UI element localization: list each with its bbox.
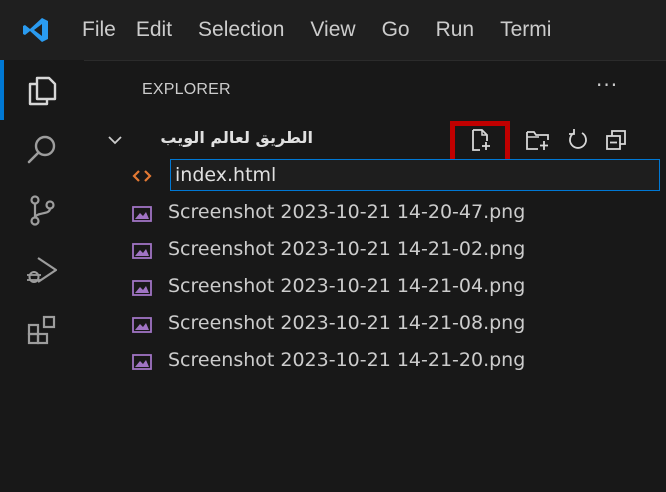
- new-file-button[interactable]: [466, 126, 494, 154]
- menu-bar: File Edit Selection View Go Run Termi: [82, 18, 577, 42]
- new-folder-icon: [526, 131, 549, 150]
- title-bar: File Edit Selection View Go Run Termi: [0, 0, 666, 60]
- file-name: Screenshot 2023-10-21 14-21-04.png: [168, 275, 526, 297]
- list-item[interactable]: Screenshot 2023-10-21 14-20-47.png: [84, 197, 666, 231]
- file-name: Screenshot 2023-10-21 14-21-08.png: [168, 312, 526, 334]
- folder-header[interactable]: الطريق لعالم الويب: [84, 121, 666, 173]
- menu-go[interactable]: Go: [382, 18, 410, 42]
- collapse-all-button[interactable]: [602, 126, 630, 154]
- explorer-icon: [28, 76, 57, 106]
- image-file-icon: [132, 206, 152, 222]
- new-file-name-input[interactable]: [170, 159, 660, 191]
- menu-terminal[interactable]: Termi: [500, 18, 551, 42]
- extensions-icon: [27, 315, 56, 345]
- explorer-title: EXPLORER: [142, 81, 231, 98]
- activity-source-control[interactable]: [0, 180, 84, 240]
- menu-run[interactable]: Run: [436, 18, 475, 42]
- activity-explorer[interactable]: [0, 60, 84, 120]
- list-item[interactable]: Screenshot 2023-10-21 14-21-04.png: [84, 271, 666, 305]
- menu-file[interactable]: File: [82, 18, 116, 42]
- menu-selection[interactable]: Selection: [198, 18, 284, 42]
- list-item[interactable]: Screenshot 2023-10-21 14-21-20.png: [84, 345, 666, 379]
- list-item[interactable]: Screenshot 2023-10-21 14-21-08.png: [84, 308, 666, 342]
- source-control-icon: [30, 195, 55, 226]
- image-file-icon: [132, 243, 152, 259]
- search-icon: [27, 135, 56, 164]
- image-file-icon: [132, 280, 152, 296]
- image-file-icon: [132, 317, 152, 333]
- refresh-icon: [569, 129, 587, 149]
- vscode-logo-icon[interactable]: [22, 16, 50, 44]
- activity-extensions[interactable]: [0, 300, 84, 360]
- html-file-icon: [132, 170, 152, 182]
- activity-search[interactable]: [0, 120, 84, 180]
- file-name: Screenshot 2023-10-21 14-21-20.png: [168, 349, 526, 371]
- file-name: Screenshot 2023-10-21 14-20-47.png: [168, 201, 526, 223]
- run-debug-icon: [27, 257, 58, 283]
- new-folder-button[interactable]: [524, 126, 552, 154]
- chevron-down-icon[interactable]: [106, 131, 124, 149]
- refresh-button[interactable]: [564, 126, 592, 154]
- new-file-icon: [472, 129, 490, 151]
- menu-edit[interactable]: Edit: [136, 18, 172, 42]
- activity-run-debug[interactable]: [0, 240, 84, 300]
- activity-bar: [0, 60, 84, 491]
- folder-name: الطريق لعالم الويب: [160, 128, 313, 147]
- menu-view[interactable]: View: [310, 18, 355, 42]
- new-file-row: [84, 159, 666, 193]
- list-item[interactable]: Screenshot 2023-10-21 14-21-02.png: [84, 234, 666, 268]
- file-name: Screenshot 2023-10-21 14-21-02.png: [168, 238, 526, 260]
- explorer-panel: EXPLORER ··· الطريق لعالم الويب index.ht…: [84, 60, 666, 492]
- collapse-all-icon: [606, 130, 626, 150]
- image-file-icon: [132, 354, 152, 370]
- more-actions-button[interactable]: ···: [596, 73, 618, 97]
